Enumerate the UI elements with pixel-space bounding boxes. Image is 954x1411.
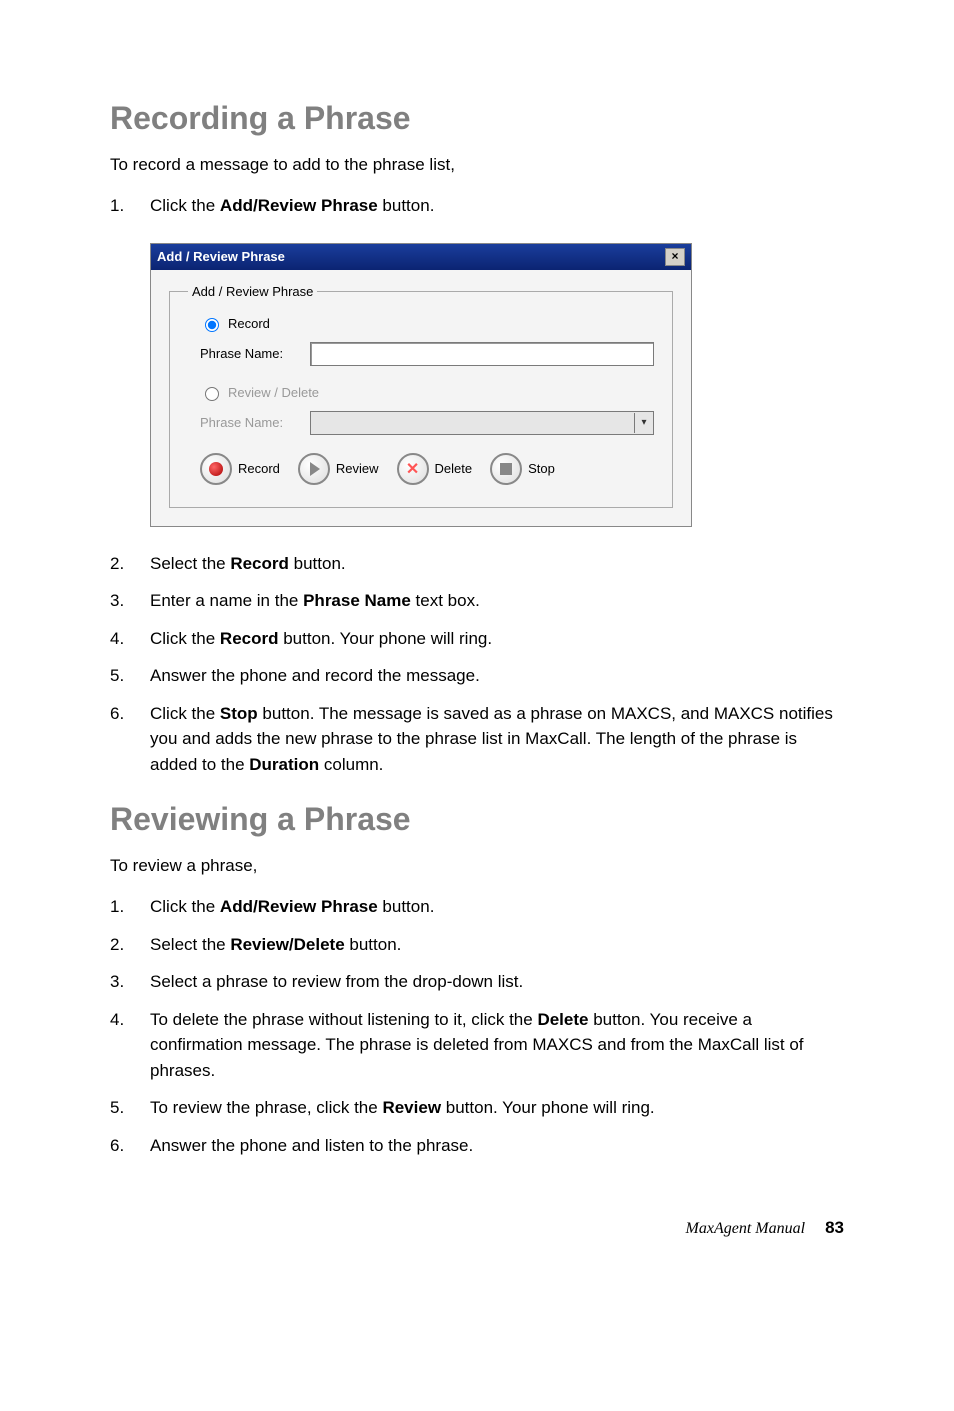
step-text: Click the Record button. Your phone will…	[150, 626, 844, 652]
heading-recording: Recording a Phrase	[110, 100, 844, 137]
play-icon	[298, 453, 330, 485]
step-text: Click the Add/Review Phrase button.	[150, 193, 844, 219]
step-text: Click the Stop button. The message is sa…	[150, 701, 844, 778]
step-number: 6.	[110, 1133, 150, 1159]
step-number: 2.	[110, 932, 150, 958]
record-button-label: Record	[238, 461, 280, 476]
step-number: 1.	[110, 894, 150, 920]
step-text: Select the Record button.	[150, 551, 844, 577]
delete-button[interactable]: ✕ Delete	[397, 453, 473, 485]
record-radio[interactable]	[205, 318, 219, 332]
footer-book-title: MaxAgent Manual	[686, 1220, 806, 1237]
step-text: Select the Review/Delete button.	[150, 932, 844, 958]
review-delete-radio[interactable]	[205, 387, 219, 401]
intro-recording: To record a message to add to the phrase…	[110, 155, 844, 175]
phrase-name-label: Phrase Name:	[200, 346, 300, 361]
add-review-phrase-dialog: Add / Review Phrase × Add / Review Phras…	[150, 243, 692, 527]
review-button-label: Review	[336, 461, 379, 476]
record-icon	[200, 453, 232, 485]
step-number: 2.	[110, 551, 150, 577]
page-footer: MaxAgent Manual 83	[110, 1218, 844, 1238]
step-number: 1.	[110, 193, 150, 219]
step-number: 3.	[110, 969, 150, 995]
dialog-legend: Add / Review Phrase	[188, 284, 317, 299]
phrase-name-label-2: Phrase Name:	[200, 415, 300, 430]
step-text: Click the Add/Review Phrase button.	[150, 894, 844, 920]
delete-icon: ✕	[397, 453, 429, 485]
stop-button[interactable]: Stop	[490, 453, 555, 485]
intro-reviewing: To review a phrase,	[110, 856, 844, 876]
delete-button-label: Delete	[435, 461, 473, 476]
step-number: 6.	[110, 701, 150, 778]
stop-icon	[490, 453, 522, 485]
heading-reviewing: Reviewing a Phrase	[110, 801, 844, 838]
step-text: Answer the phone and record the message.	[150, 663, 844, 689]
step-number: 4.	[110, 1007, 150, 1084]
footer-page-number: 83	[825, 1218, 844, 1237]
chevron-down-icon: ▾	[634, 413, 653, 433]
record-button[interactable]: Record	[200, 453, 280, 485]
phrase-name-input[interactable]	[310, 342, 654, 366]
review-delete-radio-label: Review / Delete	[228, 385, 319, 400]
step-number: 5.	[110, 1095, 150, 1121]
step-number: 4.	[110, 626, 150, 652]
step-text: Enter a name in the Phrase Name text box…	[150, 588, 844, 614]
step-text: To delete the phrase without listening t…	[150, 1007, 844, 1084]
step-number: 3.	[110, 588, 150, 614]
step-number: 5.	[110, 663, 150, 689]
step-text: To review the phrase, click the Review b…	[150, 1095, 844, 1121]
close-icon[interactable]: ×	[665, 248, 685, 266]
step-text: Answer the phone and listen to the phras…	[150, 1133, 844, 1159]
stop-button-label: Stop	[528, 461, 555, 476]
phrase-name-dropdown[interactable]: ▾	[310, 411, 654, 435]
step-text: Select a phrase to review from the drop-…	[150, 969, 844, 995]
dialog-title: Add / Review Phrase	[157, 249, 285, 264]
record-radio-label: Record	[228, 316, 270, 331]
review-button[interactable]: Review	[298, 453, 379, 485]
